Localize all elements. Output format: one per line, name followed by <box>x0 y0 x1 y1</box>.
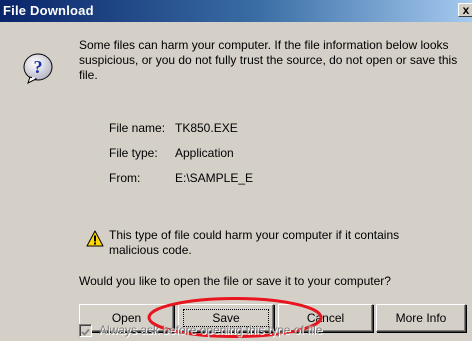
checkbox-box[interactable] <box>79 324 92 337</box>
checkbox-label: Always ask before opening this type of f… <box>99 323 323 337</box>
more-info-button[interactable]: More Info <box>376 304 466 332</box>
file-download-dialog: File Download x ? Some files can harm yo… <box>0 0 472 341</box>
prompt-message: Would you like to open the file or save … <box>79 274 391 288</box>
file-from-label: From: <box>109 171 141 185</box>
question-icon: ? <box>23 53 53 84</box>
more-info-button-label: More Info <box>395 311 447 325</box>
file-type-value: Application <box>175 146 234 160</box>
always-ask-checkbox[interactable]: Always ask before opening this type of f… <box>79 322 379 341</box>
file-type-label: File type: <box>109 146 158 160</box>
warning-triangle-icon <box>86 230 104 247</box>
close-button[interactable]: x <box>458 3 472 17</box>
checkmark-icon <box>81 328 90 336</box>
file-name-label: File name: <box>109 121 166 135</box>
close-icon: x <box>462 3 470 17</box>
file-from-value: E:\SAMPLE_E <box>175 171 254 185</box>
file-name-value: TK850.EXE <box>175 121 238 135</box>
svg-text:?: ? <box>34 57 43 77</box>
caution-message: This type of file could harm your comput… <box>109 228 400 257</box>
title-bar[interactable]: File Download x <box>0 0 472 22</box>
dialog-title: File Download <box>3 3 94 18</box>
warning-message: Some files can harm your computer. If th… <box>79 38 458 82</box>
